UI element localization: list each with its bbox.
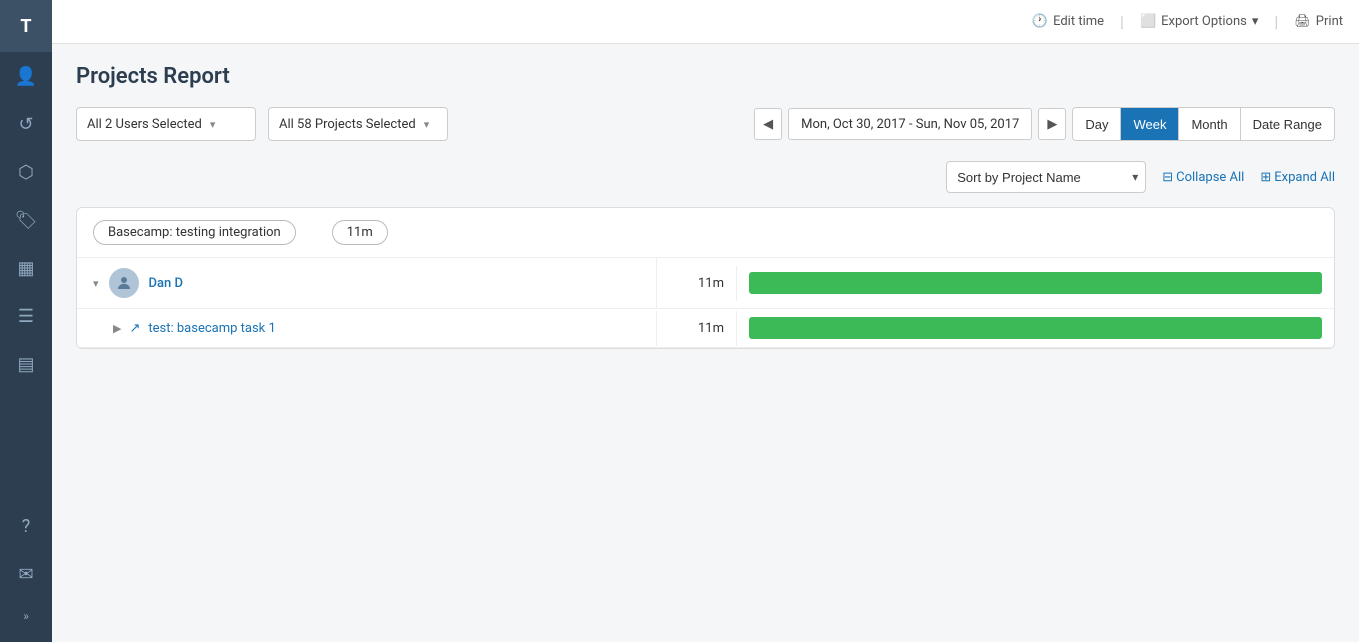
page-title: Projects Report: [76, 64, 1335, 89]
sort-select[interactable]: Sort by Project Name: [946, 161, 1146, 193]
users-filter[interactable]: All 2 Users Selected ▾: [76, 107, 256, 141]
print-icon: 🖨: [1294, 14, 1311, 29]
separator-2: |: [1274, 12, 1278, 31]
task-name: test: basecamp task 1: [148, 321, 275, 336]
collapse-icon: ⊟: [1162, 170, 1173, 185]
prev-period-button[interactable]: ◀: [754, 108, 782, 140]
edit-time-label: Edit time: [1053, 14, 1104, 29]
user-row: ▾ Dan D 11m: [77, 258, 1334, 309]
export-icon: ⬜: [1140, 14, 1156, 29]
users-filter-chevron: ▾: [210, 118, 216, 131]
sidebar-item-message[interactable]: ✉: [0, 550, 52, 598]
week-period-button[interactable]: Week: [1121, 108, 1179, 140]
sidebar-item-list[interactable]: ☰: [0, 292, 52, 340]
main-area: 🕐 Edit time | ⬜ Export Options ▾ | 🖨 Pri…: [52, 0, 1359, 642]
sidebar-item-user[interactable]: 👤: [0, 52, 52, 100]
projects-filter[interactable]: All 58 Projects Selected ▾: [268, 107, 448, 141]
sidebar-item-help[interactable]: ?: [0, 502, 52, 550]
separator-1: |: [1120, 12, 1124, 31]
period-selector: Day Week Month Date Range: [1072, 107, 1335, 141]
project-name-tag: Basecamp: testing integration: [93, 220, 296, 245]
projects-filter-label: All 58 Projects Selected: [279, 117, 416, 132]
date-range-display: Mon, Oct 30, 2017 - Sun, Nov 05, 2017: [788, 108, 1032, 140]
sidebar-bottom: ? ✉ »: [0, 502, 52, 634]
task-expand-icon[interactable]: ▶: [113, 322, 121, 335]
export-options-label: Export Options: [1161, 14, 1247, 29]
project-time-badge: 11m: [332, 220, 388, 245]
sidebar-expand-button[interactable]: »: [0, 598, 52, 634]
user-progress-bar: [749, 272, 1322, 294]
date-range-period-button[interactable]: Date Range: [1241, 108, 1334, 140]
date-navigation: ◀ Mon, Oct 30, 2017 - Sun, Nov 05, 2017 …: [754, 107, 1335, 141]
avatar: [109, 268, 139, 298]
expand-all-button[interactable]: ⊞ Expand All: [1260, 170, 1335, 185]
sort-selector-wrapper: Sort by Project Name ▾: [946, 161, 1146, 193]
task-progress-bar: [749, 317, 1322, 339]
users-filter-label: All 2 Users Selected: [87, 117, 202, 132]
sidebar-logo[interactable]: T: [0, 0, 52, 52]
topbar: 🕐 Edit time | ⬜ Export Options ▾ | 🖨 Pri…: [52, 0, 1359, 44]
sidebar-item-card[interactable]: ▤: [0, 340, 52, 388]
sidebar: T 👤 ↺ ⬡ 🏷 ▦ ☰ ▤ ? ✉ »: [0, 0, 52, 642]
sidebar-item-tags[interactable]: 🏷: [0, 196, 52, 244]
projects-filter-chevron: ▾: [424, 118, 430, 131]
day-period-button[interactable]: Day: [1073, 108, 1121, 140]
user-collapse-icon[interactable]: ▾: [93, 277, 99, 290]
user-bar-cell: [737, 264, 1334, 302]
task-time: 11m: [657, 311, 737, 346]
expand-all-label: Expand All: [1274, 170, 1335, 185]
report-card: Basecamp: testing integration 11m ▾ Dan …: [76, 207, 1335, 349]
chevron-down-icon: ▾: [1252, 14, 1259, 29]
expand-icon: ⊞: [1260, 170, 1271, 185]
task-row: ▶ ↗ test: basecamp task 1 11m: [77, 309, 1334, 348]
project-header-row: Basecamp: testing integration 11m: [77, 208, 1334, 258]
print-label: Print: [1316, 14, 1343, 29]
collapse-all-label: Collapse All: [1176, 170, 1244, 185]
user-time: 11m: [657, 266, 737, 301]
user-name: Dan D: [149, 276, 183, 291]
filters-row: All 2 Users Selected ▾ All 58 Projects S…: [76, 107, 1335, 141]
clock-icon: 🕐: [1032, 14, 1048, 29]
task-cell: ▶ ↗ test: basecamp task 1: [77, 311, 657, 346]
sort-row: Sort by Project Name ▾ ⊟ Collapse All ⊞ …: [76, 161, 1335, 193]
external-link-icon: ↗: [129, 321, 140, 336]
sidebar-item-chart[interactable]: ▦: [0, 244, 52, 292]
print-button[interactable]: 🖨 Print: [1294, 14, 1343, 29]
user-cell: ▾ Dan D: [77, 258, 657, 308]
content-area: Projects Report All 2 Users Selected ▾ A…: [52, 44, 1359, 642]
sidebar-item-network[interactable]: ⬡: [0, 148, 52, 196]
edit-time-button[interactable]: 🕐 Edit time: [1032, 14, 1104, 29]
month-period-button[interactable]: Month: [1179, 108, 1240, 140]
sidebar-item-refresh[interactable]: ↺: [0, 100, 52, 148]
next-period-button[interactable]: ▶: [1038, 108, 1066, 140]
task-bar-cell: [737, 309, 1334, 347]
export-options-button[interactable]: ⬜ Export Options ▾: [1140, 14, 1258, 29]
collapse-all-button[interactable]: ⊟ Collapse All: [1162, 170, 1244, 185]
